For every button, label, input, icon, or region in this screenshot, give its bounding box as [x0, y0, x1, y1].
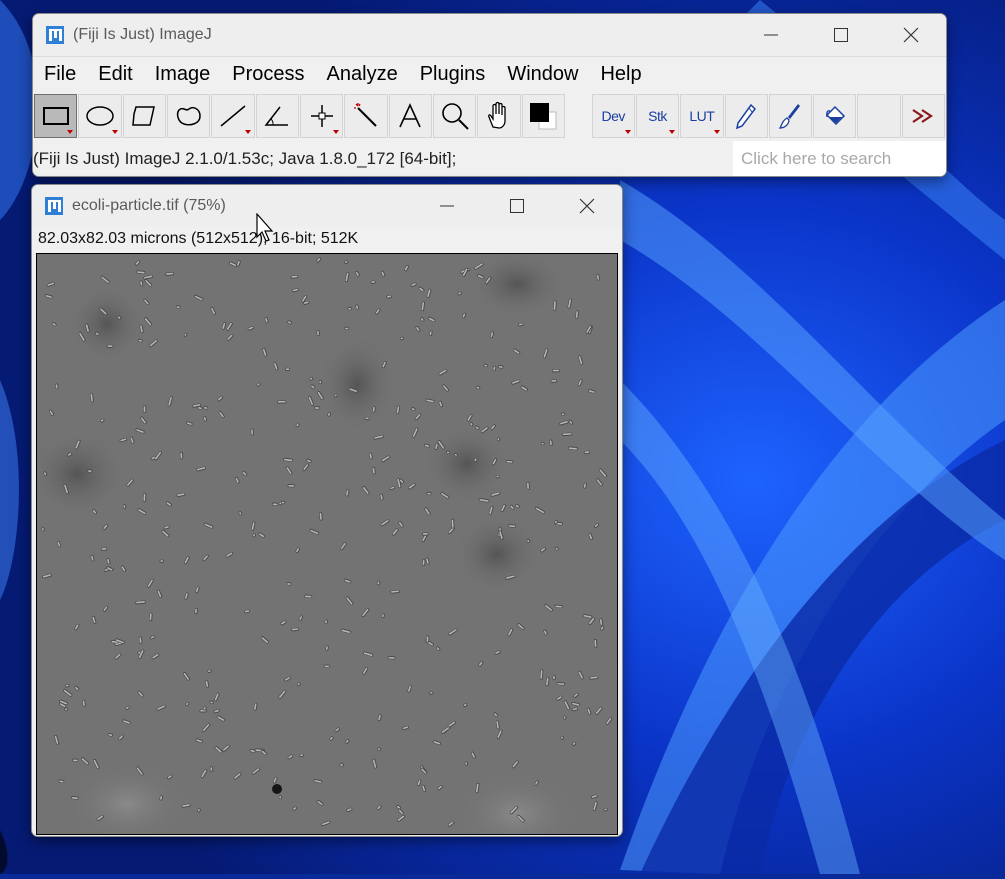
crosshair-icon: [310, 105, 333, 127]
dev-tool[interactable]: Dev: [591, 94, 635, 138]
menu-plugins[interactable]: Plugins: [409, 58, 497, 90]
bucket-icon: [825, 105, 845, 126]
maximize-button[interactable]: [482, 185, 552, 227]
menu-file[interactable]: File: [33, 58, 87, 90]
fiji-logo-icon: [45, 197, 63, 215]
image-window-title: ecoli-particle.tif (75%): [72, 197, 226, 214]
dev-label: Dev: [601, 108, 625, 124]
freehand-icon: [176, 106, 201, 126]
text-tool[interactable]: [388, 94, 432, 138]
angle-icon: [264, 106, 289, 126]
polygon-icon: [132, 106, 156, 126]
minimize-button[interactable]: [412, 185, 482, 227]
stk-label: Stk: [648, 108, 667, 124]
double-chevron-right-icon: [912, 109, 934, 123]
menu-process[interactable]: Process: [221, 58, 315, 90]
close-button[interactable]: [552, 185, 622, 227]
status-bar: (Fiji Is Just) ImageJ 2.1.0/1.53c; Java …: [33, 141, 946, 176]
oval-icon: [86, 106, 114, 126]
dropdown-indicator: [713, 130, 720, 134]
angle-tool[interactable]: [255, 94, 299, 138]
menu-help[interactable]: Help: [589, 58, 652, 90]
line-tool[interactable]: [211, 94, 255, 138]
oval-tool[interactable]: [78, 94, 122, 138]
lut-label: LUT: [689, 108, 715, 124]
maximize-icon: [834, 28, 848, 42]
text-icon: [399, 103, 422, 128]
color-picker-tool[interactable]: [521, 94, 565, 138]
dropdown-indicator: [67, 130, 74, 134]
close-button[interactable]: [876, 14, 946, 56]
stacks-tool[interactable]: Stk: [635, 94, 680, 138]
search-input[interactable]: [733, 141, 946, 176]
dropdown-indicator: [669, 130, 676, 134]
maximize-button[interactable]: [806, 14, 876, 56]
rectangle-tool[interactable]: [34, 94, 78, 138]
empty-tool-slot[interactable]: [857, 94, 901, 138]
freehand-tool[interactable]: [166, 94, 211, 138]
tool-bar: Dev Stk LUT: [33, 91, 946, 141]
window-title: (Fiji Is Just) ImageJ: [73, 26, 212, 43]
more-tools-button[interactable]: [901, 94, 946, 138]
rectangle-icon: [42, 107, 69, 125]
status-text: (Fiji Is Just) ImageJ 2.1.0/1.53c; Java …: [33, 149, 457, 168]
wand-icon: [353, 103, 377, 127]
dropdown-indicator: [244, 130, 251, 134]
image-canvas[interactable]: [36, 253, 618, 835]
point-tool[interactable]: [299, 94, 344, 138]
minimize-icon: [440, 205, 454, 207]
image-window: ecoli-particle.tif (75%) 82.03x82.03 mic…: [31, 184, 623, 837]
magnifier-icon: [441, 103, 469, 130]
scroll-tool[interactable]: [477, 94, 521, 138]
image-info-line: 82.03x82.03 microns (512x512); 16-bit; 5…: [32, 227, 622, 251]
brush-icon: [779, 104, 801, 129]
close-icon: [579, 198, 595, 214]
dropdown-indicator: [624, 130, 631, 134]
wand-tool[interactable]: [344, 94, 388, 138]
mouse-cursor: [256, 213, 274, 242]
imagej-titlebar[interactable]: (Fiji Is Just) ImageJ: [33, 14, 946, 56]
color-picker-icon: [530, 103, 557, 130]
pencil-icon: [736, 103, 757, 130]
fiji-logo-icon: [46, 26, 64, 44]
menu-analyze[interactable]: Analyze: [316, 58, 409, 90]
brush-tool[interactable]: [768, 94, 813, 138]
flood-fill-tool[interactable]: [813, 94, 857, 138]
lut-tool[interactable]: LUT: [680, 94, 724, 138]
pencil-tool[interactable]: [724, 94, 768, 138]
imagej-main-window: (Fiji Is Just) ImageJ File Edit Image Pr…: [32, 13, 947, 177]
polygon-tool[interactable]: [122, 94, 166, 138]
maximize-icon: [510, 199, 524, 213]
magnifier-tool[interactable]: [432, 94, 477, 138]
minimize-icon: [764, 34, 778, 36]
menu-edit[interactable]: Edit: [87, 58, 143, 90]
dropdown-indicator: [333, 130, 340, 134]
close-icon: [903, 27, 919, 43]
menu-bar: File Edit Image Process Analyze Plugins …: [33, 56, 946, 91]
minimize-button[interactable]: [736, 14, 806, 56]
menu-image[interactable]: Image: [144, 58, 222, 90]
menu-window[interactable]: Window: [496, 58, 589, 90]
line-icon: [220, 105, 246, 127]
dropdown-indicator: [111, 130, 118, 134]
image-window-titlebar[interactable]: ecoli-particle.tif (75%): [32, 185, 622, 227]
hand-icon: [488, 101, 506, 129]
